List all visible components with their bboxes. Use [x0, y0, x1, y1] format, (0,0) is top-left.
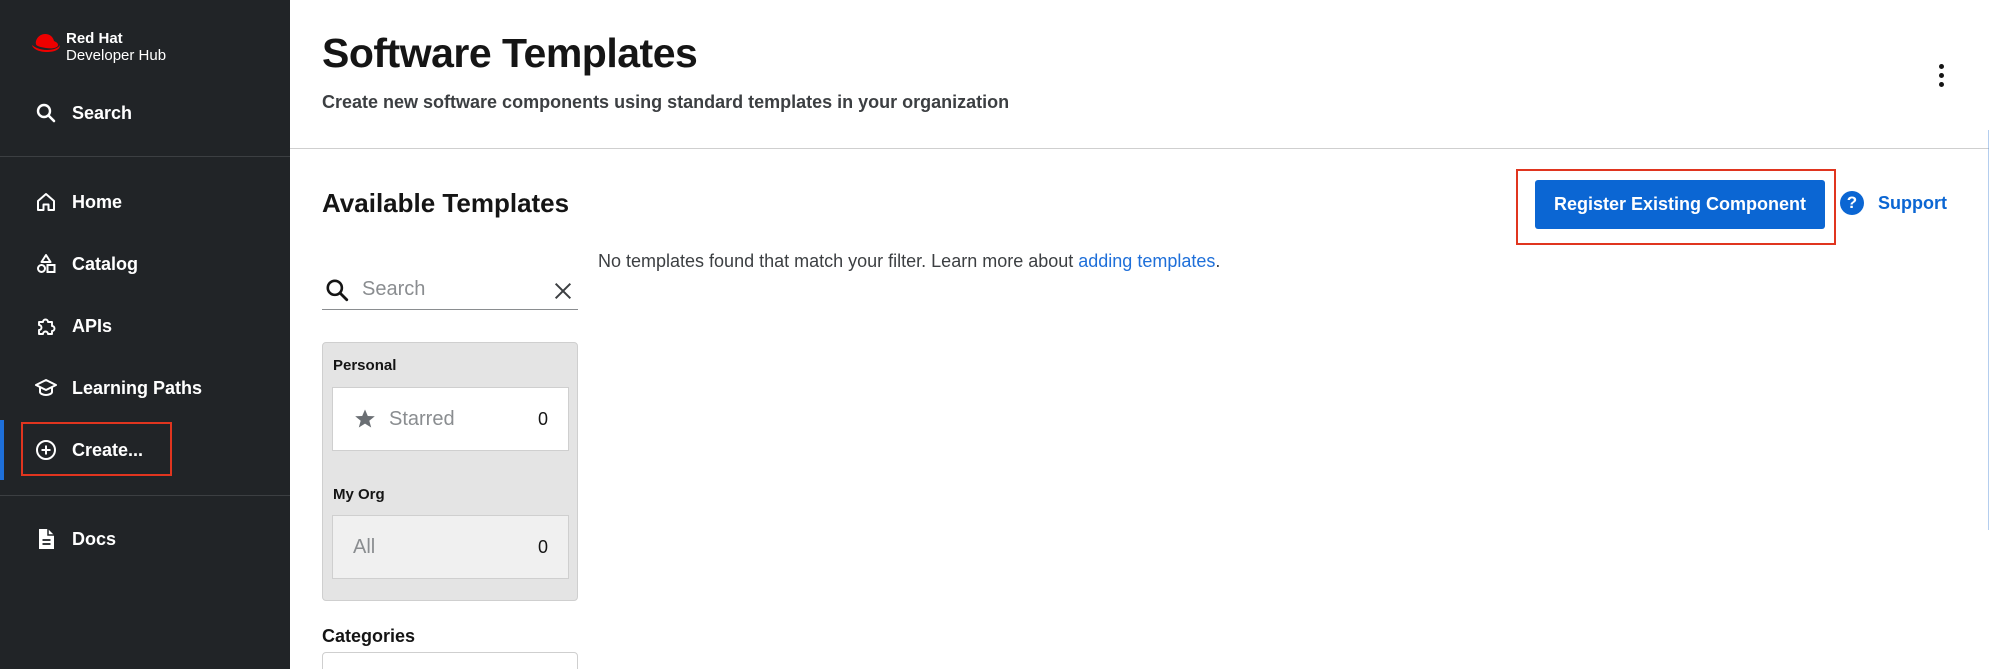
filter-panel: Personal Starred 0 My Org All 0: [322, 342, 578, 601]
help-icon: ?: [1840, 191, 1864, 215]
filter-starred-label: Starred: [389, 407, 455, 430]
sidebar-item-catalog[interactable]: Catalog: [0, 240, 290, 288]
search-icon: [34, 101, 58, 125]
search-icon: [326, 278, 349, 301]
sidebar-divider: [0, 156, 290, 157]
sidebar-item-docs[interactable]: Docs: [0, 515, 290, 563]
close-icon[interactable]: [552, 280, 574, 302]
sidebar-divider: [0, 495, 290, 496]
logo-brand: Red Hat: [66, 30, 123, 47]
sidebar-item-create[interactable]: Create...: [0, 426, 290, 474]
filter-all-count: 0: [537, 536, 548, 557]
sidebar-item-label: Docs: [72, 528, 117, 549]
filter-all[interactable]: All 0: [332, 515, 569, 579]
sidebar-item-learning-paths[interactable]: Learning Paths: [0, 364, 290, 412]
sidebar-item-home[interactable]: Home: [0, 178, 290, 226]
empty-state-message: No templates found that match your filte…: [598, 251, 1220, 272]
sidebar: Red Hat Developer Hub Search Home Catalo…: [0, 0, 290, 669]
filter-starred[interactable]: Starred 0: [332, 387, 569, 451]
sidebar-search-label: Search: [72, 102, 133, 123]
filter-group-my-org: My Org: [333, 486, 385, 503]
empty-state-text: No templates found that match your filte…: [598, 251, 1079, 271]
star-icon: [355, 409, 375, 428]
app-root: Red Hat Developer Hub Search Home Catalo…: [0, 0, 1989, 669]
home-icon: [34, 190, 58, 214]
register-existing-component-button[interactable]: Register Existing Component: [1535, 180, 1825, 229]
filter-group-personal: Personal: [333, 357, 397, 374]
red-hat-developer-hub-logo[interactable]: Red Hat Developer Hub: [30, 30, 166, 64]
puzzle-icon: [34, 314, 58, 338]
sidebar-item-apis[interactable]: APIs: [0, 302, 290, 350]
logo-product: Developer Hub: [66, 47, 167, 64]
page-subtitle: Create new software components using sta…: [322, 92, 1010, 112]
kebab-menu-icon[interactable]: [1929, 60, 1953, 90]
template-search: [322, 270, 578, 310]
sidebar-search[interactable]: Search: [0, 89, 290, 137]
search-input[interactable]: [362, 278, 532, 301]
logo-text: Red Hat Developer Hub: [66, 30, 166, 64]
red-hat-logo-icon: [32, 34, 60, 52]
section-title: Available Templates: [322, 188, 570, 218]
catalog-icon: [34, 252, 58, 276]
support-link[interactable]: ? Support: [1840, 191, 1947, 215]
plus-circle-icon: [34, 438, 58, 462]
sidebar-item-label: Learning Paths: [72, 377, 203, 398]
graduation-cap-icon: [34, 376, 58, 400]
page-title: Software Templates: [322, 30, 698, 76]
sidebar-item-label: Home: [72, 191, 123, 212]
document-icon: [34, 527, 58, 551]
empty-state-suffix: .: [1215, 251, 1221, 271]
sidebar-item-label: Create...: [72, 439, 144, 460]
adding-templates-link[interactable]: adding templates: [1078, 251, 1215, 271]
filter-starred-count: 0: [537, 408, 548, 429]
support-label: Support: [1878, 192, 1947, 213]
page-header: Software Templates Create new software c…: [290, 0, 1989, 149]
categories-label: Categories: [322, 626, 416, 646]
sidebar-item-label: Catalog: [72, 253, 139, 274]
categories-select[interactable]: [322, 652, 578, 669]
filter-all-label: All: [353, 535, 376, 558]
sidebar-item-label: APIs: [72, 315, 113, 336]
